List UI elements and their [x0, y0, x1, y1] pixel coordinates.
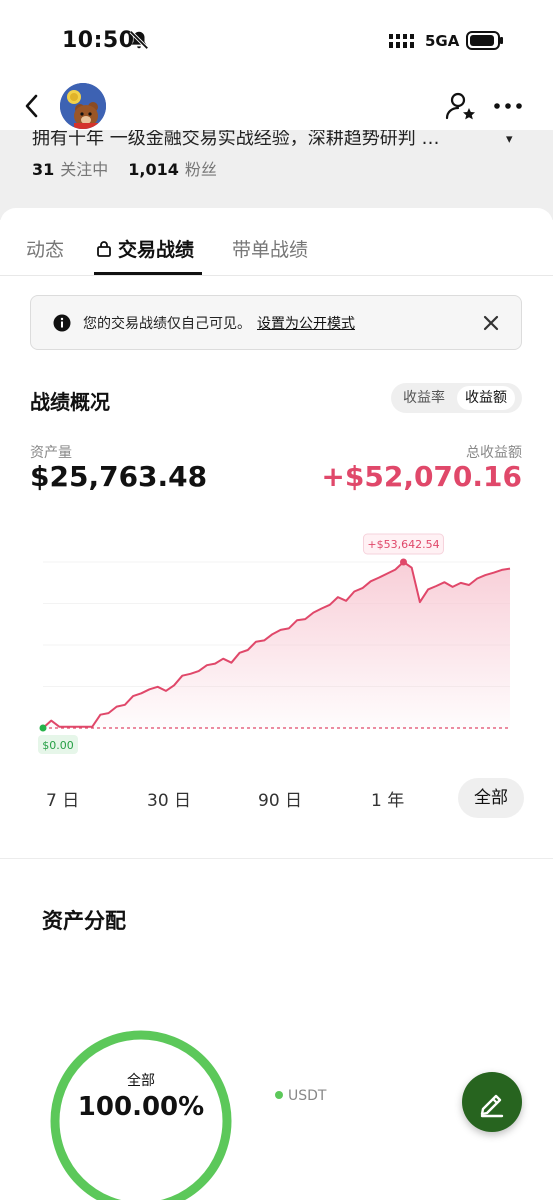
section-divider — [0, 858, 553, 859]
legend-dot — [275, 1091, 283, 1099]
tab-bar: 动态 交易战绩 带单战绩 — [0, 228, 553, 276]
active-tab-indicator — [94, 272, 202, 275]
info-icon — [53, 314, 71, 332]
followers-count[interactable]: 1,014 — [128, 160, 179, 179]
range-1y[interactable]: 1 年 — [371, 786, 404, 811]
profile-summary: 拥有十年 一级金融交易实战经验，深耕趋势研判 … ▾ 31 关注中 1,014 粉丝 — [0, 130, 553, 220]
back-icon[interactable] — [18, 90, 46, 122]
asset-label: 资产量 — [30, 445, 72, 461]
battery-icon — [466, 31, 503, 50]
toggle-return-rate[interactable]: 收益率 — [395, 386, 453, 410]
total-profit-label: 总收益额 — [466, 445, 522, 461]
pencil-icon — [480, 1094, 504, 1118]
status-time: 10:50 — [62, 28, 135, 53]
allocation-legend-item: USDT — [275, 1088, 326, 1104]
legend-label: USDT — [288, 1088, 327, 1104]
range-7d[interactable]: 7 日 — [46, 786, 79, 811]
allocation-title: 资产分配 — [42, 909, 126, 933]
followers-label[interactable]: 粉丝 — [185, 160, 217, 179]
chart-max-label: +$53,642.54 — [367, 538, 439, 551]
more-icon[interactable] — [492, 92, 524, 120]
bear-avatar-icon — [60, 83, 106, 129]
signal-icon — [389, 34, 414, 48]
follow-stats: 31 关注中 1,014 粉丝 — [32, 156, 237, 180]
tab-copy-trading-record[interactable]: 带单战绩 — [232, 235, 308, 262]
chart-min-label: $0.00 — [42, 739, 74, 752]
range-30d[interactable]: 30 日 — [147, 786, 191, 811]
following-label[interactable]: 关注中 — [60, 160, 108, 179]
metric-toggle: 收益率 收益额 — [391, 383, 522, 413]
notice-message: 您的交易战绩仅自己可见。 — [83, 316, 251, 332]
following-count[interactable]: 31 — [32, 160, 54, 179]
set-public-link[interactable]: 设置为公开模式 — [257, 316, 355, 332]
chevron-down-icon[interactable]: ▾ — [506, 132, 513, 147]
close-icon[interactable] — [481, 313, 501, 333]
asset-value: $25,763.48 — [30, 460, 208, 493]
profile-header — [0, 80, 553, 136]
edit-button[interactable] — [462, 1072, 522, 1132]
range-all[interactable]: 全部 — [458, 778, 524, 818]
avatar[interactable] — [60, 83, 106, 129]
add-follow-icon[interactable] — [444, 90, 478, 122]
tab-trading-record[interactable]: 交易战绩 — [96, 235, 194, 262]
notice-text: 您的交易战绩仅自己可见。 设置为公开模式 — [83, 313, 355, 333]
total-profit-value: +$52,070.16 — [321, 460, 522, 493]
performance-title: 战绩概况 — [30, 390, 110, 414]
profit-chart[interactable]: $0.00 +$53,642.54 — [0, 518, 553, 758]
bio-text[interactable]: 拥有十年 一级金融交易实战经验，深耕趋势研判 … — [32, 130, 502, 150]
privacy-notice: 您的交易战绩仅自己可见。 设置为公开模式 — [30, 295, 522, 350]
toggle-return-amount[interactable]: 收益额 — [457, 386, 515, 410]
time-range-selector: 7 日 30 日 90 日 1 年 全部 — [0, 778, 553, 820]
bell-muted-icon — [129, 30, 149, 50]
donut-center-label: 全部 — [127, 1073, 155, 1089]
content-sheet: 动态 交易战绩 带单战绩 您的交易战绩仅自己可见。 设置为公开模式 战绩概况 收益… — [0, 208, 553, 1200]
lock-icon — [97, 241, 111, 257]
chart-start-point — [39, 724, 47, 732]
status-bar: 10:50 5GA — [0, 0, 553, 80]
network-type: 5GA — [425, 32, 460, 50]
tab-trading-record-label: 交易战绩 — [118, 239, 195, 261]
donut-center-value: 100.00% — [77, 1092, 205, 1122]
chart-peak-point — [399, 558, 407, 566]
tab-feed[interactable]: 动态 — [26, 235, 64, 262]
range-90d[interactable]: 90 日 — [258, 786, 302, 811]
